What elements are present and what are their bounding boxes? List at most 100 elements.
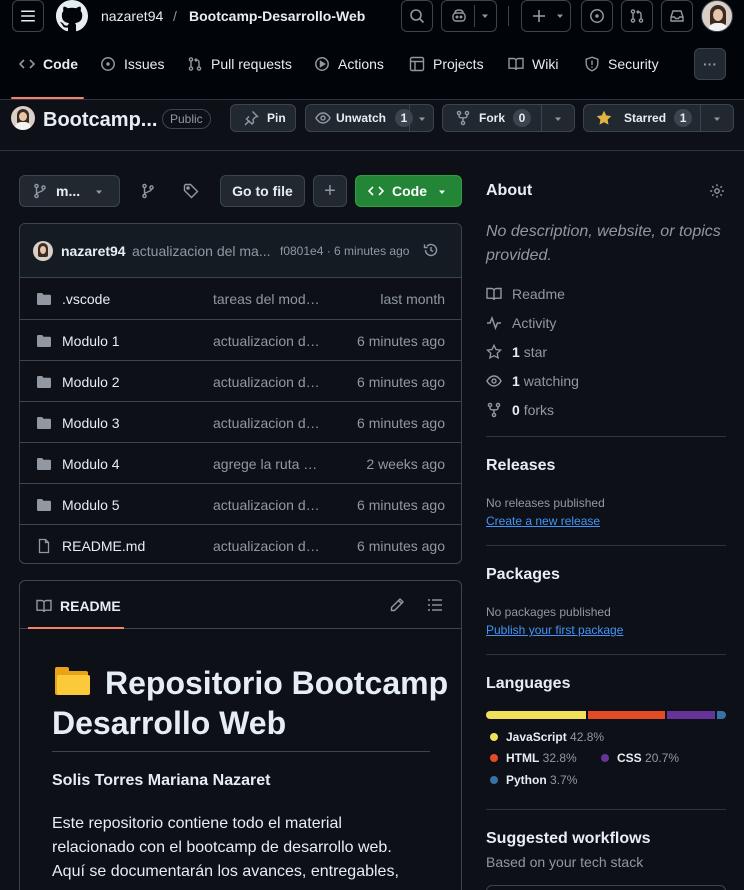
owner-avatar[interactable] (11, 106, 35, 130)
global-header: nazaret94 / Bootcamp-Desarrollo-Web Code… (0, 0, 744, 100)
breadcrumb-owner[interactable]: nazaret94 (101, 8, 163, 24)
tab-projects[interactable]: Projects (409, 54, 484, 74)
more-tabs-button[interactable]: ··· (694, 48, 726, 80)
about-readme-link[interactable]: Readme (486, 286, 565, 302)
language-item[interactable]: HTML 32.8% (490, 751, 577, 765)
file-row[interactable]: README.md actualizacion del material 6 min… (20, 524, 461, 563)
packages-heading[interactable]: Packages (486, 566, 560, 584)
language-bar-segment[interactable] (717, 711, 726, 719)
create-release-link[interactable]: Create a new release (486, 514, 600, 528)
file-row[interactable]: .vscode tareas del modulo 1 last month (20, 278, 461, 319)
file-row[interactable]: Modulo 3 actualizacion del material 6 minu… (20, 401, 461, 442)
user-avatar[interactable] (701, 0, 733, 32)
about-description-line2: provided. (486, 247, 552, 264)
tab-pull-requests[interactable]: Pull requests (187, 54, 292, 74)
about-activity-link[interactable]: Activity (486, 315, 556, 331)
folder-icon (37, 293, 51, 305)
file-name[interactable]: README.md (62, 538, 145, 554)
code-dropdown-button[interactable]: Code (355, 175, 462, 207)
edit-about-button[interactable] (709, 183, 725, 199)
active-tab-underline (11, 97, 84, 99)
fork-counter: 0 (513, 109, 532, 127)
file-row[interactable]: Modulo 1 actualizacion del material 6 minu… (20, 319, 461, 360)
commit-author-avatar[interactable] (33, 241, 53, 261)
readme-panel: README Repositorio Bootcamp Desarrollo W… (19, 580, 462, 890)
branch-select-button[interactable]: m... (19, 175, 120, 207)
unwatch-button[interactable]: Unwatch 1 (305, 104, 434, 132)
tab-actions[interactable]: Actions (314, 54, 384, 74)
copilot-button[interactable] (441, 0, 497, 32)
file-commit-message[interactable]: actualizacion del material (213, 374, 325, 390)
file-name[interactable]: Modulo 1 (62, 333, 120, 349)
menu-button[interactable] (12, 0, 44, 32)
pull-requests-button[interactable] (621, 0, 653, 32)
file-commit-message[interactable]: agrege la ruta de aprendizaje (213, 456, 325, 472)
commit-author[interactable]: nazaret94 (61, 243, 126, 259)
language-item[interactable]: Python 3.7% (490, 773, 577, 787)
file-name[interactable]: Modulo 2 (62, 374, 120, 390)
language-bar-segment[interactable] (666, 711, 716, 719)
create-new-button[interactable] (521, 0, 571, 32)
workflow-card[interactable] (486, 885, 726, 890)
tab-issues[interactable]: Issues (100, 54, 164, 74)
go-to-file-button[interactable]: Go to file (220, 175, 305, 207)
about-watching-link[interactable]: 1 watching (486, 373, 579, 389)
github-logo[interactable] (56, 0, 88, 32)
breadcrumb-repo[interactable]: Bootcamp-Desarrollo-Web (189, 8, 365, 24)
tab-code[interactable]: Code (19, 54, 78, 74)
commit-message[interactable]: actualizacion del ma... (132, 243, 272, 259)
file-row[interactable]: Modulo 5 actualizacion del material 6 minu… (20, 483, 461, 524)
language-item[interactable]: CSS 20.7% (601, 751, 679, 765)
tags-link[interactable] (183, 183, 199, 199)
tab-label: Code (43, 56, 78, 72)
list-unordered-icon (428, 599, 442, 611)
file-row[interactable]: Modulo 2 actualizacion del material 6 minu… (20, 360, 461, 401)
repo-title[interactable]: Bootcamp... (43, 108, 157, 132)
language-bar-segment[interactable] (486, 711, 587, 719)
issues-button[interactable] (581, 0, 613, 32)
file-commit-message[interactable]: actualizacion del material (213, 333, 325, 349)
starred-label: Starred (624, 111, 667, 125)
publish-package-link[interactable]: Publish your first package (486, 623, 623, 637)
branches-link[interactable] (140, 183, 156, 199)
forks-label: forks (523, 402, 555, 418)
releases-heading[interactable]: Releases (486, 457, 555, 475)
starred-button[interactable]: Starred 1 (583, 104, 734, 132)
file-icon (38, 538, 50, 554)
file-commit-message[interactable]: actualizacion del material (213, 538, 325, 554)
file-commit-message[interactable]: actualizacion del material (213, 497, 325, 513)
about-stars-link[interactable]: 1 star (486, 344, 547, 360)
language-bar-segment[interactable] (588, 711, 665, 719)
readme-tab[interactable]: README (36, 598, 121, 614)
edit-readme-button[interactable] (389, 597, 405, 613)
file-name[interactable]: Modulo 5 (62, 497, 120, 513)
file-commit-message[interactable]: tareas del modulo 1 (213, 291, 325, 307)
tag-icon (183, 183, 199, 199)
about-heading: About (486, 182, 533, 199)
search-button[interactable] (401, 0, 433, 32)
tab-security[interactable]: Security (584, 54, 659, 74)
book-icon (486, 287, 502, 301)
releases-text: No releases published (486, 496, 605, 510)
add-file-button[interactable]: + (313, 175, 347, 207)
about-forks-link[interactable]: 0 forks (486, 402, 554, 418)
book-icon (36, 599, 52, 613)
file-name[interactable]: Modulo 4 (62, 456, 120, 472)
readme-link-label: Readme (512, 286, 565, 302)
file-name[interactable]: .vscode (62, 291, 110, 307)
tab-wiki[interactable]: Wiki (508, 54, 558, 74)
pin-button[interactable]: Pin (230, 104, 296, 132)
file-row[interactable]: Modulo 4 agrege la ruta de aprendizaje 2 w… (20, 442, 461, 483)
fork-button[interactable]: Fork 0 (442, 104, 575, 132)
history-button[interactable] (423, 242, 439, 258)
commit-sha-time[interactable]: f0801e4 · 6 minutes ago (280, 244, 409, 258)
inbox-button[interactable] (661, 0, 693, 32)
outline-button[interactable] (427, 597, 443, 613)
file-name[interactable]: Modulo 3 (62, 415, 120, 431)
tab-label: Wiki (532, 56, 559, 72)
file-commit-message[interactable]: actualizacion del material (213, 415, 325, 431)
folder-icon-wrap (36, 456, 52, 472)
git-branch-icon (34, 183, 46, 199)
github-mark-icon (56, 0, 88, 32)
language-item[interactable]: JavaScript 42.8% (490, 730, 604, 744)
